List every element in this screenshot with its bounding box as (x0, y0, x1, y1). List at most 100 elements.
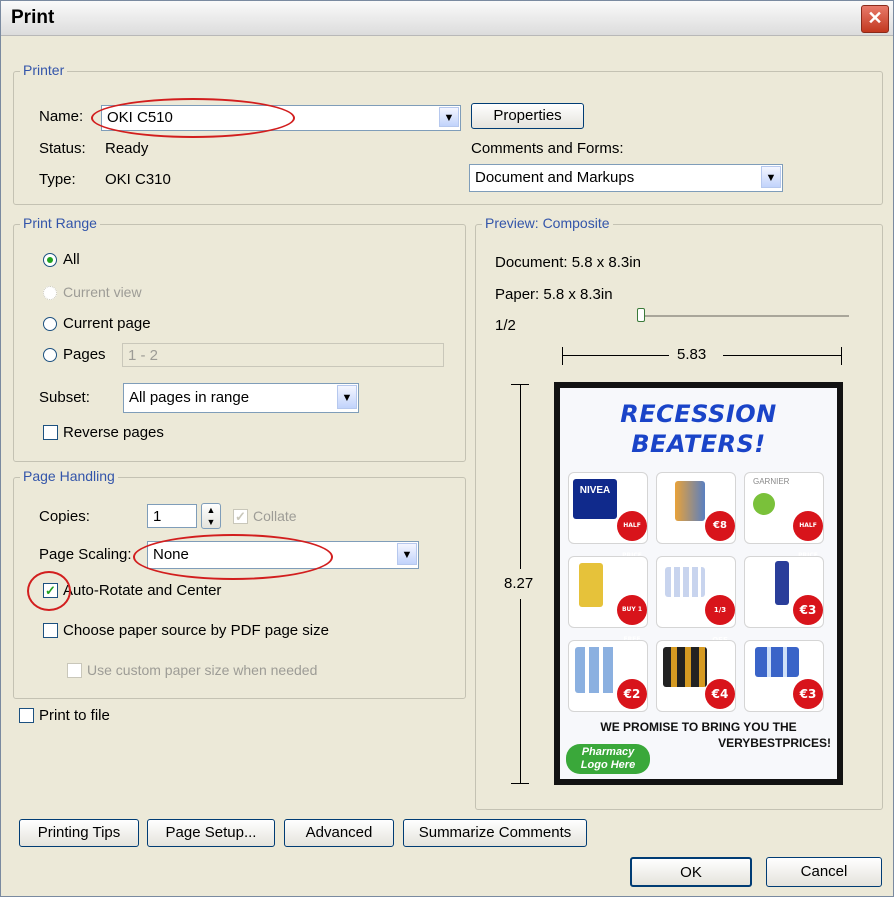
product-cell: €3 (744, 556, 824, 628)
height-label: 8.27 (504, 575, 534, 592)
reverse-pages-checkbox[interactable] (43, 425, 58, 440)
product-tubes (665, 567, 705, 597)
page-preview: RECESSION BEATERS! NIVEA HALF PRICE €8 G… (554, 382, 843, 785)
garnier-product (753, 493, 775, 515)
height-arrow-line-bottom (520, 599, 521, 783)
dialog-title: Print (11, 7, 55, 28)
price-badge: €8 (705, 511, 735, 541)
comments-forms-select[interactable]: Document and Markups ▼ (469, 164, 783, 192)
price-badge: HALF PRICE (793, 511, 823, 559)
copies-input-value: 1 (153, 508, 162, 525)
poster-promise-line-2: VERYBESTPRICES! (718, 736, 831, 750)
highlight-circle (133, 534, 333, 580)
product-cell: NIVEA HALF PRICE (568, 472, 648, 559)
price-badge: 1/3 OFF (705, 595, 735, 644)
chevron-down-icon[interactable]: ▼ (337, 385, 357, 409)
poster-headline-2: BEATERS! (631, 430, 766, 458)
page-scaling-label: Page Scaling: (39, 546, 132, 563)
product-cell: €3 (744, 640, 824, 712)
product-cell: 1/3 OFF (656, 556, 736, 644)
status-label: Status: (39, 140, 86, 157)
product-cell: €8 (656, 472, 736, 544)
nivea-pack: NIVEA (573, 479, 617, 519)
custom-paper-checkbox (67, 663, 82, 678)
poster-page: RECESSION BEATERS! NIVEA HALF PRICE €8 G… (560, 388, 837, 779)
product-can (775, 561, 789, 605)
page-handling-legend: Page Handling (20, 468, 118, 484)
page-setup-label: Page Setup... (165, 824, 257, 841)
copies-spinner[interactable]: ▲ ▼ (201, 503, 221, 529)
page-setup-button[interactable]: Page Setup... (147, 819, 275, 847)
product-bottles (575, 647, 617, 693)
current-page-radio[interactable] (43, 317, 57, 331)
advanced-button[interactable]: Advanced (284, 819, 394, 847)
height-arrow-line-top (520, 385, 521, 569)
type-value: OKI C310 (105, 171, 171, 188)
highlight-circle (91, 98, 295, 138)
width-arrow-line-right (723, 355, 841, 356)
printer-name-label: Name: (39, 108, 84, 125)
price-badge: €2 (617, 679, 647, 709)
document-size-text: Document: 5.8 x 8.3in (495, 254, 641, 271)
all-label: All (63, 251, 80, 268)
price-badge: €4 (705, 679, 735, 709)
all-radio[interactable] (43, 253, 57, 267)
properties-button[interactable]: Properties (471, 103, 584, 129)
collate-label: Collate (253, 508, 297, 524)
summarize-comments-label: Summarize Comments (418, 824, 572, 841)
price-badge: HALF PRICE (617, 511, 647, 559)
height-arrow-bottom (511, 783, 529, 784)
pharmacy-logo: Pharmacy Logo Here (566, 744, 650, 774)
ok-label: OK (680, 864, 702, 881)
copies-input[interactable]: 1 (147, 504, 197, 528)
current-view-label: Current view (63, 284, 142, 300)
paper-source-checkbox[interactable] (43, 623, 58, 638)
paper-source-label: Choose paper source by PDF page size (63, 622, 329, 639)
print-range-legend: Print Range (20, 215, 100, 231)
status-value: Ready (105, 140, 149, 157)
subset-value: All pages in range (129, 389, 250, 406)
nivea-brand: NIVEA (579, 485, 611, 496)
copies-label: Copies: (39, 508, 90, 525)
printer-legend: Printer (20, 62, 68, 78)
price-badge: BUY 1 FREE (617, 595, 647, 643)
pages-radio[interactable] (43, 348, 57, 362)
chevron-down-icon[interactable]: ▼ (397, 543, 417, 565)
type-label: Type: (39, 171, 76, 188)
product-cans (663, 647, 707, 687)
auto-rotate-label: Auto-Rotate and Center (63, 582, 222, 599)
pages-label: Pages (63, 346, 106, 363)
print-to-file-checkbox[interactable] (19, 708, 34, 723)
product-bottles (675, 481, 705, 521)
pharmacy-logo-line-2: Logo Here (580, 759, 636, 771)
advanced-label: Advanced (305, 824, 373, 841)
comments-forms-label: Comments and Forms: (471, 140, 624, 157)
cancel-label: Cancel (800, 863, 848, 880)
current-view-radio (43, 286, 57, 300)
pages-input: 1 - 2 (122, 343, 444, 367)
page-indicator: 1/2 (495, 317, 516, 334)
chevron-down-icon[interactable]: ▼ (761, 166, 781, 188)
comments-forms-value: Document and Markups (475, 169, 635, 186)
ok-button[interactable]: OK (630, 857, 752, 887)
width-arrow-left (562, 347, 563, 365)
product-bottle (579, 563, 603, 607)
product-boxes (755, 647, 799, 677)
print-dialog: Print ✕ Printer Name: OKI C510 ▼ Propert… (0, 0, 894, 897)
printing-tips-button[interactable]: Printing Tips (19, 819, 139, 847)
paper-size-text: Paper: 5.8 x 8.3in (495, 286, 613, 303)
collate-checkbox: ✓ (233, 509, 248, 524)
close-icon[interactable]: ✕ (861, 5, 889, 33)
width-label: 5.83 (677, 346, 707, 363)
subset-select[interactable]: All pages in range ▼ (123, 383, 359, 413)
cancel-button[interactable]: Cancel (766, 857, 882, 887)
pages-input-value: 1 - 2 (128, 347, 159, 364)
poster-promise-line-1: WE PROMISE TO BRING YOU THE (600, 720, 797, 734)
garnier-brand: GARNIER (753, 477, 790, 486)
width-arrow-right (841, 347, 842, 365)
summarize-comments-button[interactable]: Summarize Comments (403, 819, 587, 847)
page-slider-thumb[interactable] (637, 308, 645, 322)
preview-legend: Preview: Composite (482, 215, 613, 231)
chevron-down-icon[interactable]: ▼ (439, 107, 459, 127)
page-slider-track (637, 315, 849, 317)
